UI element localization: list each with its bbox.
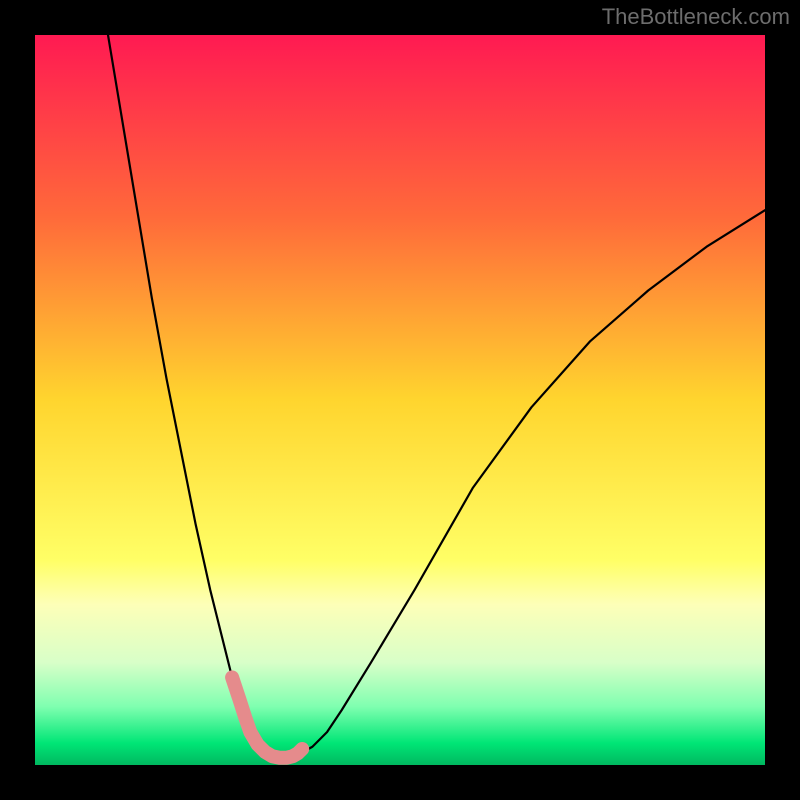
plot-area <box>35 35 765 765</box>
chart-svg <box>35 35 765 765</box>
gradient-background <box>35 35 765 765</box>
watermark-text: TheBottleneck.com <box>602 4 790 30</box>
chart-frame: TheBottleneck.com <box>0 0 800 800</box>
